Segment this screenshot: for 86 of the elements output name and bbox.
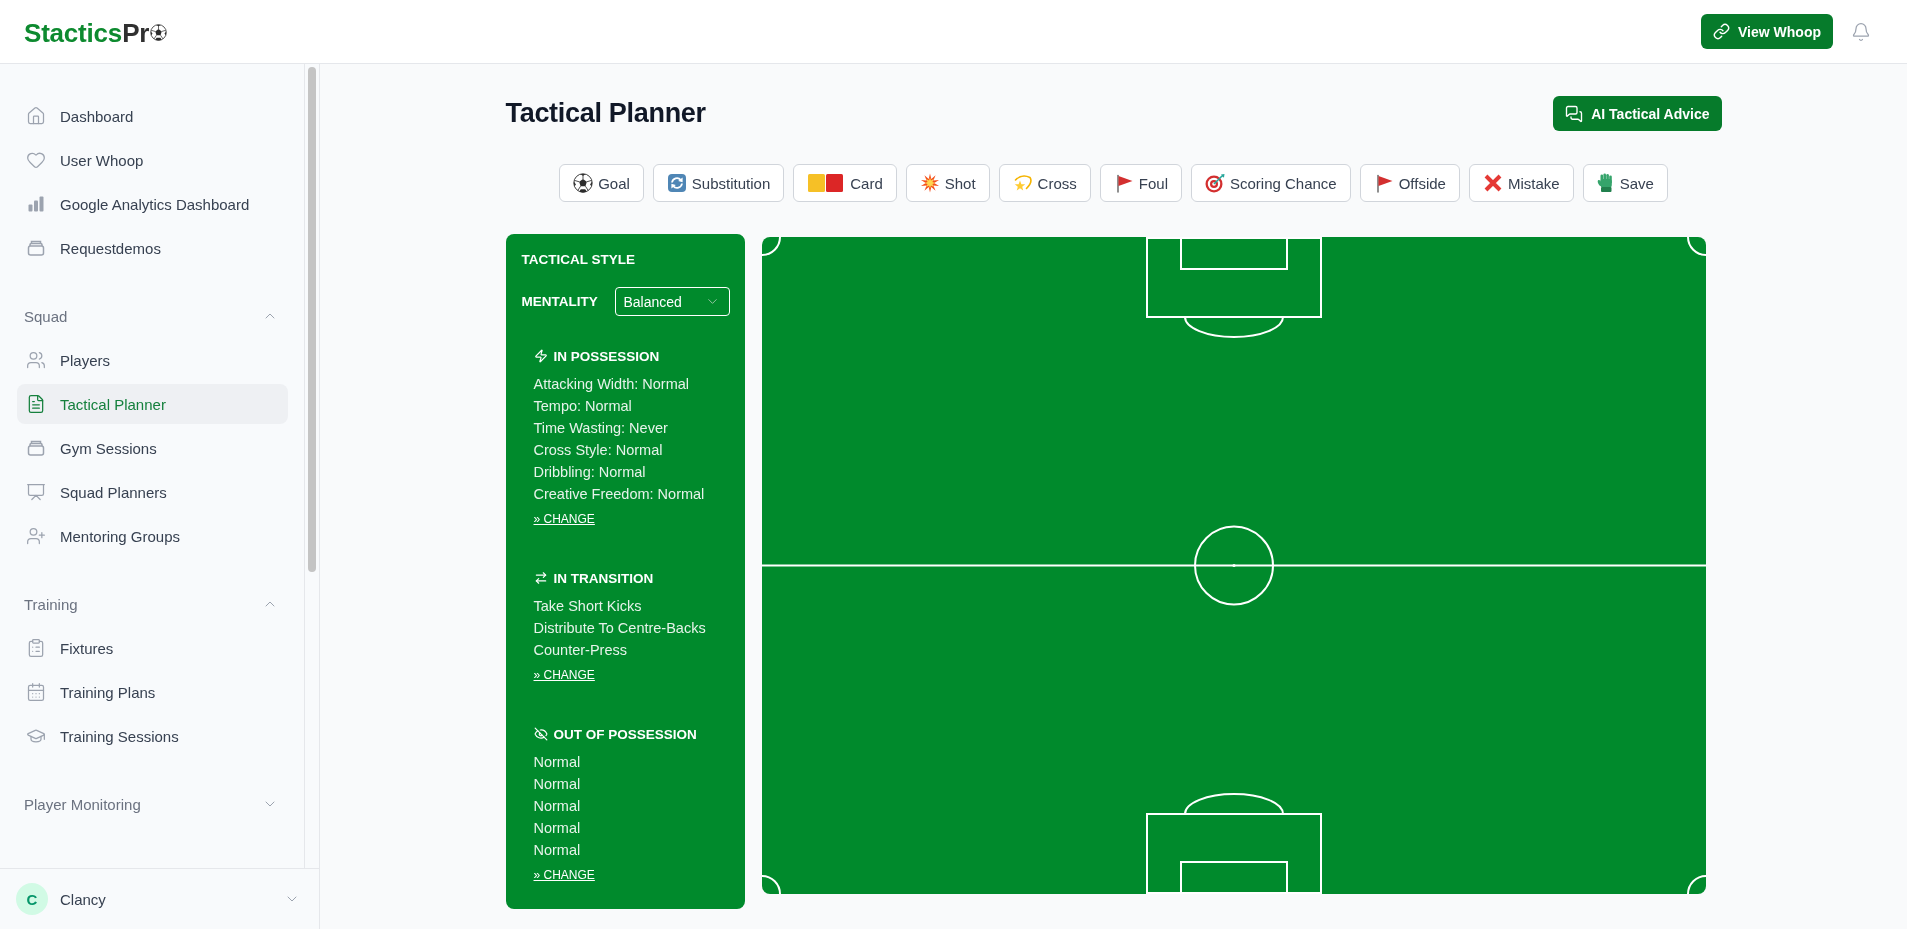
sidebar-item[interactable]: Tactical Planner xyxy=(17,384,288,424)
center-spot xyxy=(1231,563,1236,568)
corner-arc xyxy=(761,875,781,894)
ai-advice-button[interactable]: AI Tactical Advice xyxy=(1553,96,1722,131)
heart-icon xyxy=(26,150,46,170)
cards-icon xyxy=(807,173,846,193)
page-title: Tactical Planner xyxy=(505,98,706,129)
corner-arc xyxy=(761,237,781,256)
tray-stack-icon xyxy=(26,438,46,458)
clipboard-icon xyxy=(26,638,46,658)
mentality-label: MENTALITY xyxy=(521,294,598,309)
corner-arc xyxy=(1686,875,1706,894)
nav-section-header[interactable]: Training xyxy=(17,584,288,624)
document-icon xyxy=(26,394,46,414)
explosion-icon xyxy=(919,173,940,193)
tactic-setting: Attacking Width: Normal xyxy=(533,375,691,394)
tactic-setting: Tempo: Normal xyxy=(533,397,633,416)
tactic-setting: Normal xyxy=(533,775,582,794)
chat-bubbles-icon xyxy=(1565,104,1584,123)
sidebar-item[interactable]: Dashboard xyxy=(17,96,288,136)
tactic-setting: Time Wasting: Never xyxy=(533,419,669,438)
mentality-select[interactable]: Balanced xyxy=(614,287,730,316)
scrollbar-thumb[interactable] xyxy=(308,67,316,572)
tactic-setting: Dribbling: Normal xyxy=(533,463,647,482)
target-icon xyxy=(1204,173,1225,193)
presentation-board-icon xyxy=(26,482,46,502)
event-button[interactable]: Offside xyxy=(1359,164,1460,202)
section-heading: OUT OF POSSESSION xyxy=(553,726,697,742)
event-button[interactable]: Save xyxy=(1582,164,1668,202)
event-button[interactable]: Foul xyxy=(1099,164,1182,202)
tactic-setting: Creative Freedom: Normal xyxy=(533,485,706,504)
house-icon xyxy=(26,106,46,126)
sidebar-item[interactable]: Squad Planners xyxy=(17,472,288,512)
swap-arrows-icon xyxy=(533,571,548,585)
user-plus-icon xyxy=(26,526,46,546)
tactic-setting: Distribute To Centre-Backs xyxy=(533,619,707,638)
event-button[interactable]: Scoring Chance xyxy=(1190,164,1351,202)
sidebar-item[interactable]: Gym Sessions xyxy=(17,428,288,468)
sidebar-item[interactable]: Training Plans xyxy=(17,672,288,712)
sidebar-item[interactable]: Requestdemos xyxy=(17,228,288,268)
eye-off-icon xyxy=(533,727,548,741)
event-button[interactable]: Goal xyxy=(559,164,644,202)
calendar-icon xyxy=(26,682,46,702)
corner-arc xyxy=(1686,237,1706,256)
tactic-setting: Normal xyxy=(533,819,582,838)
brand-logo: StacticsPr xyxy=(24,19,150,46)
tactic-setting: Normal xyxy=(533,841,582,860)
cross-mark-icon xyxy=(1482,173,1503,193)
tactic-setting: Counter-Press xyxy=(533,641,628,660)
user-avatar: C xyxy=(16,883,48,915)
view-whoop-button[interactable]: View Whoop xyxy=(1701,14,1833,49)
event-button[interactable]: Card xyxy=(793,164,897,202)
tactic-setting: Normal xyxy=(533,797,582,816)
section-heading: IN TRANSITION xyxy=(553,570,654,586)
soccer-ball-icon xyxy=(573,173,594,193)
tray-stack-icon xyxy=(26,238,46,258)
change-link[interactable]: » CHANGE xyxy=(533,512,595,526)
panel-title: TACTICAL STYLE xyxy=(521,252,636,268)
lightning-icon xyxy=(533,349,548,363)
sidebar-item[interactable]: Mentoring Groups xyxy=(17,516,288,556)
user-name: Clancy xyxy=(60,890,106,908)
notification-bell-icon[interactable] xyxy=(1851,21,1871,42)
tactic-setting: Take Short Kicks xyxy=(533,597,643,616)
users-icon xyxy=(26,350,46,370)
link-icon xyxy=(1713,23,1731,40)
refresh-arrows-icon xyxy=(666,173,687,193)
glove-icon xyxy=(1596,173,1615,193)
bar-chart-icon xyxy=(26,194,46,214)
nav-section-header[interactable]: Player Monitoring xyxy=(17,784,288,824)
nav-section-header[interactable]: Squad xyxy=(17,296,288,336)
event-button[interactable]: Cross xyxy=(998,164,1091,202)
soccer-ball-icon xyxy=(150,24,168,41)
event-button[interactable]: Mistake xyxy=(1468,164,1574,202)
sidebar-item[interactable]: Training Sessions xyxy=(17,716,288,756)
sidebar-item[interactable]: Google Analytics Dashboard xyxy=(17,184,288,224)
event-button[interactable]: Substitution xyxy=(652,164,785,202)
change-link[interactable]: » CHANGE xyxy=(533,668,595,682)
event-button[interactable]: Shot xyxy=(905,164,990,202)
sidebar-item[interactable]: Fixtures xyxy=(17,628,288,668)
sidebar-item[interactable]: Players xyxy=(17,340,288,380)
section-heading: IN POSSESSION xyxy=(553,348,660,364)
dizzy-star-icon xyxy=(1012,173,1033,193)
tactic-setting: Normal xyxy=(533,753,582,772)
sidebar-item[interactable]: User Whoop xyxy=(17,140,288,180)
tactic-setting: Cross Style: Normal xyxy=(533,441,664,460)
change-link[interactable]: » CHANGE xyxy=(533,868,595,882)
